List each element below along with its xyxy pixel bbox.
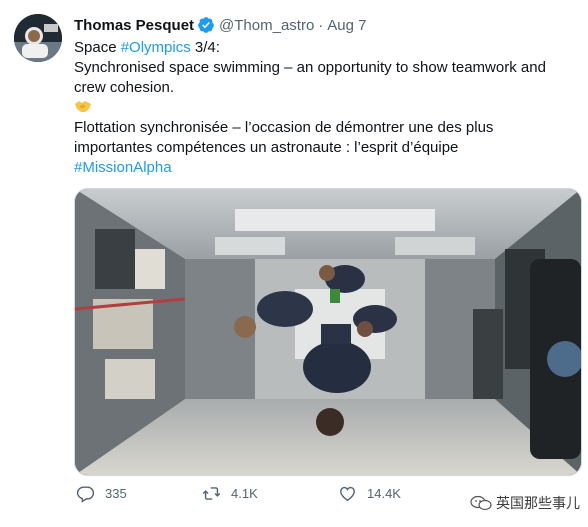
retweet-action[interactable]: 4.1K bbox=[202, 484, 258, 503]
reply-icon bbox=[76, 486, 95, 503]
verified-badge-icon bbox=[198, 17, 214, 33]
space-station-photo bbox=[75, 189, 581, 475]
line1-suffix: 3/4: bbox=[190, 39, 220, 56]
astronaut-avatar-image bbox=[14, 14, 62, 62]
handshake-emoji-icon bbox=[74, 98, 574, 118]
wechat-logo-icon bbox=[470, 495, 492, 511]
like-count: 14.4K bbox=[367, 486, 401, 501]
separator-dot: · bbox=[318, 16, 324, 34]
tweet-date[interactable]: Aug 7 bbox=[327, 17, 366, 34]
line1-prefix: Space bbox=[74, 39, 121, 56]
tweet-line-1: Space #Olympics 3/4: bbox=[74, 38, 574, 58]
hashtag-missionalpha[interactable]: #MissionAlpha bbox=[74, 159, 172, 176]
tweet-line-french: Flottation synchronisée – l’occasion de … bbox=[74, 119, 494, 156]
tweet-text: Space #Olympics 3/4: Synchronised space … bbox=[74, 38, 574, 178]
tweet-line-hashtag: #MissionAlpha bbox=[74, 158, 574, 178]
watermark: 英国那些事儿 bbox=[470, 493, 580, 513]
avatar[interactable] bbox=[14, 14, 62, 62]
reply-count: 335 bbox=[105, 486, 127, 501]
retweet-icon bbox=[202, 487, 221, 500]
retweet-count: 4.1K bbox=[231, 486, 258, 501]
watermark-text: 英国那些事儿 bbox=[496, 495, 580, 511]
like-action[interactable]: 14.4K bbox=[338, 484, 401, 503]
author-handle[interactable]: @Thom_astro bbox=[219, 17, 314, 34]
heart-icon bbox=[340, 486, 355, 502]
tweet-line-english: Synchronised space swimming – an opportu… bbox=[74, 59, 546, 96]
hashtag-olympics[interactable]: #Olympics bbox=[121, 39, 191, 56]
tweet-media-image[interactable] bbox=[74, 188, 582, 476]
tweet-header: Thomas Pesquet @Thom_astro · Aug 7 bbox=[74, 14, 367, 36]
author-name[interactable]: Thomas Pesquet bbox=[74, 17, 194, 34]
reply-action[interactable]: 335 bbox=[76, 484, 127, 503]
